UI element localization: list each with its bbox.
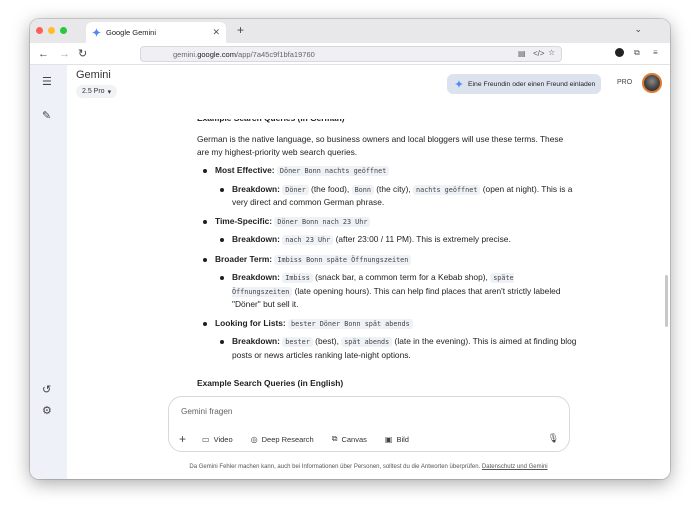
term-code: Döner — [282, 184, 309, 195]
disclaimer-text: Da Gemini Fehler machen kann, auch bei I… — [189, 464, 482, 470]
close-window-button[interactable] — [36, 27, 43, 34]
prompt-input-box[interactable]: Gemini fragen + ▭ Video ◎ Deep Research ⧉ C… — [168, 396, 570, 452]
canvas-icon: ⧉ — [331, 434, 338, 443]
invite-friend-button[interactable]: Eine Freundin oder einen Freund einladen — [447, 74, 601, 94]
image-button[interactable]: ▣ Bild — [385, 435, 409, 444]
browser-window: Google Gemini ✕ + ⌄ ← → ↻ ⛉ 🔒︎ ⇄ gemini.… — [30, 19, 670, 479]
query-code: Imbiss Bonn späte Öffnungszeiten — [274, 254, 412, 265]
privacy-link[interactable]: Datenschutz und Gemini — [482, 464, 548, 470]
response-content: German is the native language, so busine… — [197, 111, 577, 390]
query-label: Broader Term: — [215, 253, 273, 264]
forward-icon[interactable]: → — [59, 47, 70, 61]
model-name: 2.5 Pro — [82, 88, 105, 95]
term-code: Bonn — [351, 184, 374, 195]
canvas-button[interactable]: ⧉ Canvas — [332, 434, 367, 444]
minimize-window-button[interactable] — [48, 27, 55, 34]
breakdown-item: Breakdown: nach 23 Uhr (after 23:00 / 11… — [197, 233, 577, 247]
extensions-icon[interactable]: ⧉ — [634, 48, 640, 58]
query-list: Most Effective: Döner Bonn nachts geöffn… — [197, 164, 577, 361]
microphone-icon[interactable]: 🎙︎ — [548, 433, 559, 444]
new-chat-icon[interactable]: ✎ — [42, 109, 51, 122]
url-domain: google.com — [197, 49, 236, 59]
app-title: Gemini — [76, 69, 111, 81]
sidebar: ☰ ✎ ↺ ⚙ — [30, 65, 67, 479]
prompt-input[interactable]: Gemini fragen — [181, 407, 232, 416]
query-code: Döner Bonn nach 23 Uhr — [274, 216, 371, 227]
scrollbar[interactable] — [665, 275, 668, 327]
invite-label: Eine Freundin oder einen Freund einladen — [468, 80, 596, 88]
term-explanation: (best), — [312, 336, 342, 346]
pro-badge: PRO — [617, 79, 633, 86]
chevron-down-icon: ▾ — [107, 88, 112, 96]
tab-list-chevron-icon[interactable]: ⌄ — [634, 24, 642, 35]
video-tool-button[interactable]: ▭ Video — [202, 435, 233, 444]
breakdown-label: Breakdown: — [232, 272, 280, 282]
section-heading-english: Example Search Queries (in English) — [197, 378, 344, 388]
term-code: bester — [282, 337, 313, 347]
query-item: Looking for Lists: bester Döner Bonn spä… — [197, 317, 577, 331]
deep-research-icon: ◎ — [250, 434, 258, 444]
term-explanation: (after 23:00 / 11 PM). This is extremely… — [333, 234, 511, 244]
new-tab-icon[interactable]: + — [237, 23, 244, 37]
model-selector[interactable]: 2.5 Pro ▾ — [76, 85, 118, 98]
breakdown-label: Breakdown: — [232, 234, 280, 244]
avatar[interactable] — [642, 73, 662, 93]
breakdown-item: Breakdown: Imbiss (snack bar, a common t… — [197, 271, 577, 311]
settings-gear-icon[interactable]: ⚙ — [42, 404, 52, 417]
reader-view-icon[interactable]: ▤ — [518, 49, 526, 58]
breakdown-label: Breakdown: — [232, 336, 280, 346]
tool-bar: + ▭ Video ◎ Deep Research ⧉ Canvas ▣ Bild — [179, 432, 427, 446]
video-icon: ▭ — [202, 434, 210, 444]
breakdown-item: Breakdown: bester (best), spät abends (l… — [197, 335, 577, 361]
video-label: Video — [213, 434, 233, 444]
deep-research-button[interactable]: ◎ Deep Research — [251, 435, 314, 444]
term-code: nach 23 Uhr — [282, 235, 334, 245]
back-icon[interactable]: ← — [38, 47, 49, 61]
url-bar[interactable]: gemini. google.com/app/7a45c9f1bfa19760 — [140, 46, 562, 62]
url-path: /app/7a45c9f1bfa19760 — [235, 49, 315, 59]
term-explanation: (snack bar, a common term for a Kebab sh… — [312, 272, 491, 282]
menu-icon[interactable]: ≡ — [653, 48, 658, 57]
term-code: spät abends — [341, 337, 393, 347]
query-item: Time-Specific: Döner Bonn nach 23 Uhr — [197, 215, 577, 229]
history-icon[interactable]: ↺ — [42, 383, 51, 396]
disclaimer-footer: Da Gemini Fehler machen kann, auch bei I… — [67, 464, 670, 470]
query-item: Broader Term: Imbiss Bonn späte Öffnungs… — [197, 253, 577, 267]
tab-gemini[interactable]: Google Gemini ✕ — [86, 22, 226, 43]
term-explanation: (the city), — [373, 183, 414, 194]
close-tab-icon[interactable]: ✕ — [212, 27, 220, 38]
query-code: bester Döner Bonn spät abends — [288, 318, 413, 329]
breakdown-item: Breakdown: Döner (the food), Bonn (the c… — [197, 183, 577, 209]
gemini-sparkle-icon — [92, 28, 101, 37]
term-code: nachts geöffnet — [413, 184, 481, 195]
tab-title: Google Gemini — [106, 28, 157, 37]
gemini-sparkle-icon — [455, 80, 463, 88]
term-code: Imbiss — [282, 273, 313, 283]
intro-paragraph: German is the native language, so busine… — [197, 134, 564, 157]
maximize-window-button[interactable] — [60, 27, 67, 34]
query-label: Looking for Lists: — [215, 317, 286, 328]
add-icon[interactable]: + — [179, 432, 186, 446]
window-controls — [36, 27, 67, 34]
breakdown-label: Breakdown: — [232, 183, 280, 194]
query-item: Most Effective: Döner Bonn nachts geöffn… — [197, 164, 577, 178]
canvas-label: Canvas — [341, 434, 367, 444]
image-icon: ▣ — [384, 434, 393, 444]
query-code: Döner Bonn nachts geöffnet — [276, 166, 390, 176]
url-prefix: gemini. — [173, 49, 198, 59]
bookmark-star-icon[interactable]: ☆ — [548, 48, 555, 57]
account-icon[interactable] — [615, 48, 624, 57]
main-area: Gemini 2.5 Pro ▾ Eine Freundin oder eine… — [67, 65, 670, 479]
query-label: Most Effective: — [215, 165, 275, 175]
image-label: Bild — [396, 434, 409, 444]
deep-research-label: Deep Research — [261, 434, 314, 444]
term-explanation: (the food), — [308, 183, 352, 194]
query-label: Time-Specific: — [215, 215, 273, 226]
reload-icon[interactable]: ↻ — [78, 47, 87, 61]
hamburger-menu-icon[interactable]: ☰ — [42, 75, 52, 88]
devtools-icon[interactable]: </> — [533, 49, 545, 58]
navigation-bar: ← → ↻ ⛉ 🔒︎ ⇄ gemini.google.com/app/7a45c… — [30, 43, 670, 65]
tab-bar: Google Gemini ✕ + ⌄ — [30, 19, 670, 43]
